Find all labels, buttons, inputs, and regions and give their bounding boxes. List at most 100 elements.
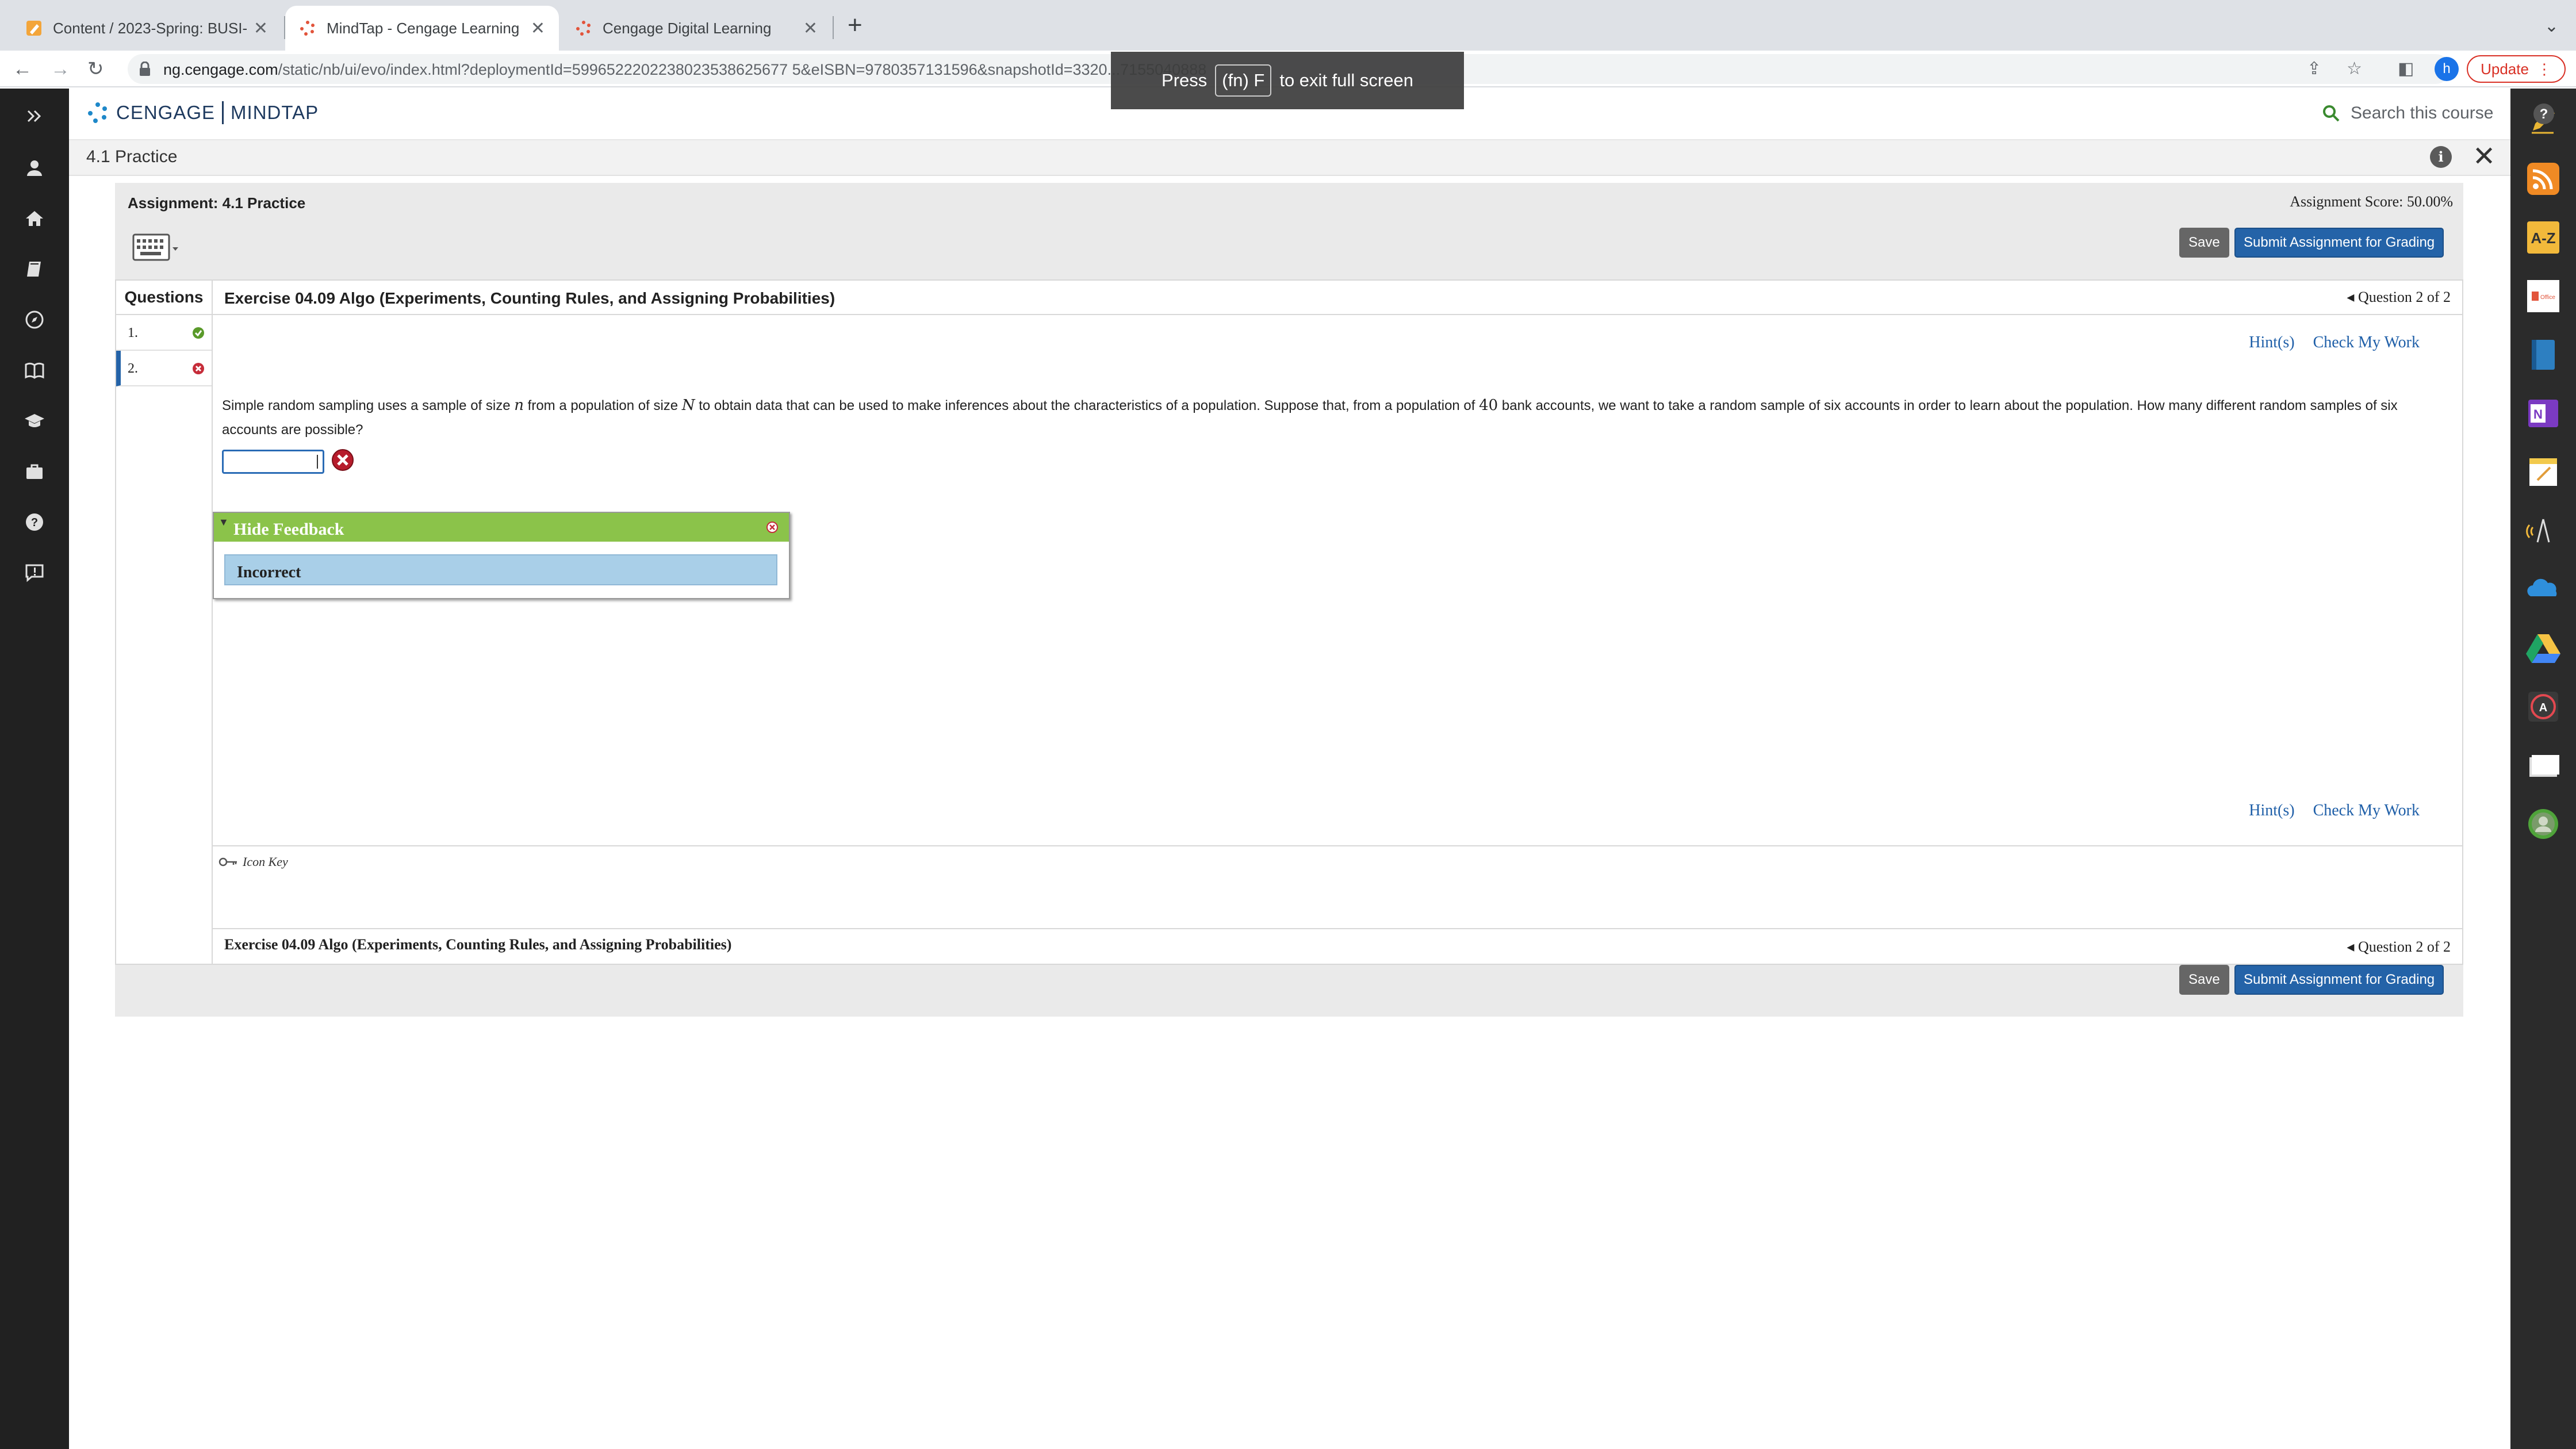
- submit-button-bottom[interactable]: Submit Assignment for Grading: [2234, 965, 2444, 995]
- activity-title-bar: 4.1 Practice i ✕: [69, 140, 2510, 176]
- icon-key-label: Icon Key: [243, 854, 288, 869]
- fullscreen-toast: Press (fn) F to exit full screen: [1111, 52, 1464, 109]
- share-icon[interactable]: ⇪: [2307, 59, 2321, 79]
- exercise-title: Exercise 04.09 Algo (Experiments, Counti…: [224, 289, 835, 307]
- side-panel-icon[interactable]: ◧: [2398, 56, 2414, 82]
- question-counter: Question 2 of 2: [2358, 289, 2451, 305]
- update-button[interactable]: Update ⋮: [2467, 55, 2566, 83]
- save-button-bottom[interactable]: Save: [2179, 965, 2229, 995]
- more-menu-icon: ⋮: [2536, 60, 2552, 78]
- question-nav[interactable]: ◂ Question 2 of 2: [2347, 289, 2451, 306]
- cengage-mindtap-logo[interactable]: CENGAGE MINDTAP: [86, 101, 319, 124]
- question-text-part: from a population of size: [523, 398, 682, 413]
- url-text[interactable]: ng.cengage.com/static/nb/ui/evo/index.ht…: [163, 61, 1206, 79]
- compass-icon[interactable]: [0, 297, 69, 343]
- question-item-2[interactable]: 2.: [116, 351, 212, 386]
- rss-icon[interactable]: [2510, 153, 2576, 205]
- reader-icon[interactable]: [0, 347, 69, 393]
- close-tab-icon[interactable]: ✕: [803, 18, 818, 39]
- close-feedback-icon[interactable]: [766, 521, 779, 534]
- svg-text:?: ?: [2540, 106, 2548, 122]
- update-label: Update: [2481, 60, 2529, 78]
- question-text-part: Simple random sampling uses a sample of …: [222, 398, 515, 413]
- bookmark-star-icon[interactable]: ☆: [2347, 59, 2362, 79]
- question-links-top: Hint(s) Check My Work: [2249, 334, 2420, 352]
- readspeaker-icon[interactable]: [2510, 505, 2576, 557]
- onenote-icon[interactable]: N: [2510, 388, 2576, 439]
- collapse-triangle-icon: ▼: [218, 516, 229, 528]
- help-circle-icon[interactable]: ?: [2532, 102, 2555, 125]
- exercise-title-footer: Exercise 04.09 Algo (Experiments, Counti…: [224, 936, 732, 953]
- acrobat-icon[interactable]: A: [2510, 681, 2576, 733]
- check-my-work-link[interactable]: Check My Work: [2313, 802, 2420, 820]
- new-tab-button[interactable]: +: [848, 13, 862, 38]
- right-apps-bar: A-Z Office N A: [2510, 89, 2576, 1449]
- user-icon[interactable]: [0, 145, 69, 191]
- tab-mindtap[interactable]: MindTap - Cengage Learning ✕: [285, 6, 559, 51]
- question-text: Simple random sampling uses a sample of …: [222, 393, 2453, 442]
- tab-cengage-digital[interactable]: Cengage Digital Learning ✕: [561, 6, 831, 51]
- feedback-toggle[interactable]: ▼ Hide Feedback: [214, 513, 789, 542]
- close-tab-icon[interactable]: ✕: [254, 18, 268, 39]
- home-icon[interactable]: [0, 195, 69, 241]
- submit-button-top[interactable]: Submit Assignment for Grading: [2234, 228, 2444, 258]
- answer-input[interactable]: [222, 450, 324, 474]
- brand-cengage: CENGAGE: [116, 102, 216, 123]
- url-host: ng.cengage.com: [163, 61, 278, 78]
- hints-link[interactable]: Hint(s): [2249, 334, 2294, 352]
- text-caret: [317, 455, 318, 469]
- lock-icon: [140, 62, 150, 76]
- svg-text:N: N: [2533, 407, 2543, 421]
- question-content: Exercise 04.09 Algo (Experiments, Counti…: [213, 281, 2462, 964]
- help-icon[interactable]: ?: [0, 499, 69, 545]
- svg-text:Office: Office: [2540, 294, 2555, 301]
- briefcase-icon[interactable]: [0, 448, 69, 494]
- brand-mindtap: MINDTAP: [231, 102, 319, 123]
- assignment-title: Assignment: 4.1 Practice: [128, 194, 306, 212]
- avatar-icon[interactable]: [2510, 798, 2576, 850]
- a-z-icon[interactable]: A-Z: [2510, 212, 2576, 263]
- reload-icon[interactable]: ↻: [87, 56, 104, 82]
- check-my-work-link[interactable]: Check My Work: [2313, 334, 2420, 352]
- forward-arrow-icon[interactable]: →: [51, 56, 70, 82]
- feedback-result-text: Incorrect: [237, 564, 301, 581]
- course-search[interactable]: Search this course: [2322, 103, 2493, 123]
- google-drive-icon[interactable]: [2510, 622, 2576, 674]
- svg-text:?: ?: [31, 516, 38, 529]
- key-icon: [218, 857, 237, 867]
- question-nav-footer[interactable]: ◂ Question 2 of 2: [2347, 938, 2451, 956]
- info-icon[interactable]: i: [2430, 146, 2452, 168]
- flashcards-icon[interactable]: [2510, 739, 2576, 791]
- left-app-nav: ?: [0, 89, 69, 1449]
- activity-title: 4.1 Practice: [86, 147, 178, 166]
- back-arrow-icon[interactable]: ←: [13, 56, 32, 82]
- keyboard-icon[interactable]: [132, 230, 184, 262]
- feedback-icon[interactable]: [0, 550, 69, 596]
- feedback-panel: ▼ Hide Feedback Incorrect: [213, 512, 790, 599]
- svg-text:A-Z: A-Z: [2531, 229, 2555, 247]
- icon-key[interactable]: Icon Key: [213, 845, 2462, 877]
- population-value: 40: [1479, 397, 1498, 414]
- book-icon[interactable]: [0, 246, 69, 292]
- question-item-1[interactable]: 1.: [116, 315, 212, 351]
- pencil-favicon-icon: [26, 21, 41, 36]
- toast-key: (fn) F: [1215, 64, 1272, 97]
- save-button-top[interactable]: Save: [2179, 228, 2229, 258]
- toast-text: to exit full screen: [1279, 70, 1413, 90]
- tab-content-busi[interactable]: Content / 2023-Spring: BUSI-2 ✕: [12, 6, 282, 51]
- close-tab-icon[interactable]: ✕: [531, 18, 545, 39]
- tab-search-chevron-icon[interactable]: ⌄: [2544, 16, 2559, 36]
- notebook-icon[interactable]: [2510, 329, 2576, 381]
- feedback-result: Incorrect: [224, 554, 777, 585]
- expand-icon[interactable]: [0, 93, 69, 139]
- hints-link[interactable]: Hint(s): [2249, 802, 2294, 820]
- question-footer: Exercise 04.09 Algo (Experiments, Counti…: [213, 928, 2462, 964]
- office-icon[interactable]: Office: [2510, 270, 2576, 322]
- incorrect-answer-icon: [332, 449, 354, 471]
- notes-icon[interactable]: [2510, 446, 2576, 498]
- close-activity-icon[interactable]: ✕: [2472, 141, 2496, 172]
- math-var-n: n: [514, 397, 524, 414]
- profile-avatar[interactable]: h: [2435, 57, 2459, 81]
- onedrive-icon[interactable]: [2510, 564, 2576, 615]
- graduation-icon[interactable]: [0, 398, 69, 444]
